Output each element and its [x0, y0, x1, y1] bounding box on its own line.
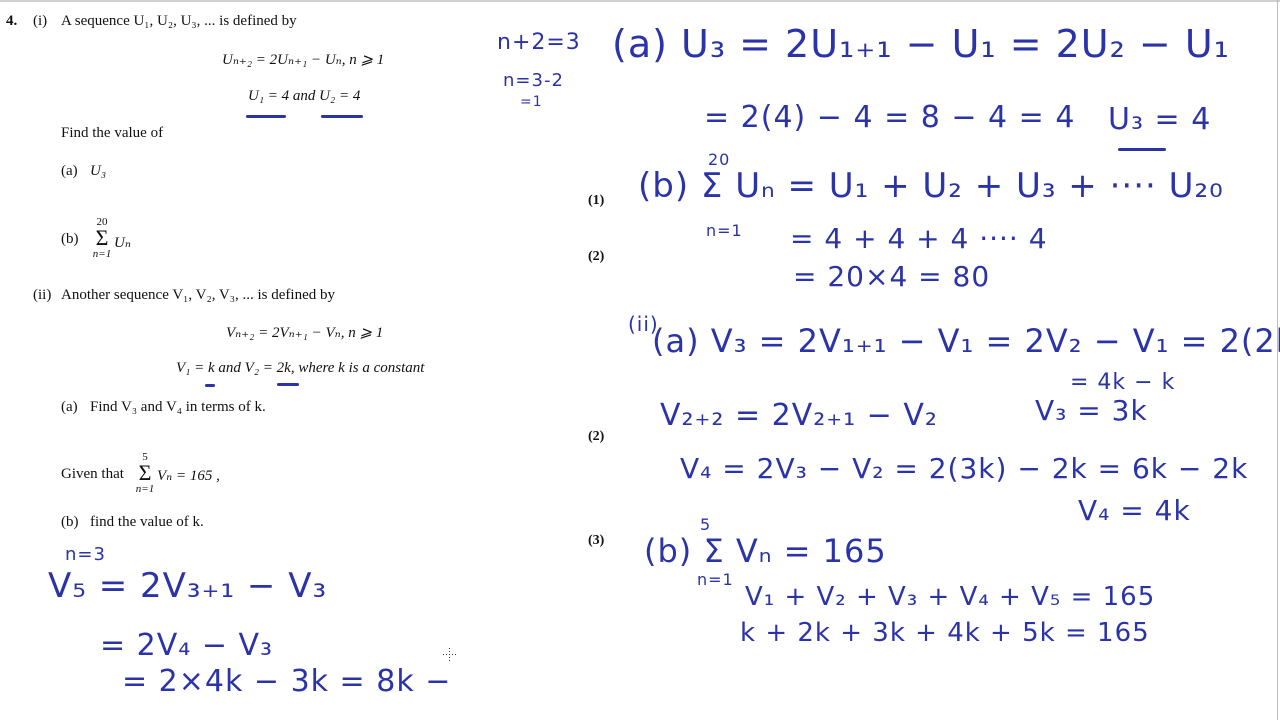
working-ii-a-line2: = 4k − k — [1070, 370, 1176, 395]
working-ii-a-line3: V₃ = 3k — [1035, 394, 1148, 427]
working-i-b-sigma-bottom: n=1 — [706, 221, 743, 240]
working-i-b-line2: = 4 + 4 + 4 ···· 4 — [790, 222, 1048, 255]
part-i-a-text: U₃ — [90, 163, 107, 179]
note-equals-1: =1 — [520, 94, 543, 110]
marks-i-b: (2) — [588, 249, 605, 264]
underline-answer-u3 — [1118, 148, 1166, 151]
working-v5-line2: = 2V₄ − V₃ — [100, 628, 274, 663]
working-i-a-line2: = 2(4) − 4 = 8 − 4 = 4 — [704, 100, 1076, 135]
part-ii-label: (ii) — [33, 287, 52, 303]
part-ii-a-text: Find V₃ and V₄ in terms of k. — [90, 399, 266, 415]
part-i-label: (i) — [33, 13, 48, 29]
working-ii-a-line1: (a) V₃ = 2V₁₊₁ − V₁ = 2V₂ − V₁ = 2(2k) −… — [652, 322, 1280, 360]
working-ii-a-line4: V₂₊₂ = 2V₂₊₁ − V₂ — [660, 398, 938, 433]
working-i-b-line1: (b) Σ Uₙ = U₁ + U₂ + U₃ + ···· U₂₀ — [638, 166, 1224, 206]
find-value-text: Find the value of — [61, 125, 164, 141]
right-border — [1277, 0, 1278, 720]
part-i-a-label: (a) — [61, 163, 78, 179]
top-border — [0, 0, 1280, 2]
part-i-recurrence: Uₙ₊₂ = 2Uₙ₊₁ − Uₙ, n ⩾ 1 — [222, 52, 385, 68]
underline-u2 — [321, 115, 363, 118]
pen-cursor-icon — [443, 648, 457, 662]
marks-ii-b: (3) — [588, 533, 605, 548]
working-i-b-line3: = 20×4 = 80 — [793, 260, 991, 293]
part-i-b-term: Uₙ — [114, 235, 131, 251]
given-that-text: Given that — [61, 466, 124, 482]
part-ii-intro: Another sequence V₁, V₂, V₃, ... is defi… — [61, 287, 335, 303]
part-i-initial-values: U₁ = 4 and U₂ = 4 — [248, 88, 361, 104]
sigma-symbol: Σ — [138, 460, 152, 485]
working-ii-b-sigma-bottom: n=1 — [697, 570, 734, 589]
part-ii-a-label: (a) — [61, 399, 78, 415]
working-ii-a-line6: V₄ = 4k — [1078, 494, 1191, 527]
underline-v2 — [277, 383, 299, 386]
underline-u1 — [246, 115, 286, 118]
sigma-lower-limit: n=1 — [135, 483, 155, 495]
part-ii-initial-values: V₁ = k and V₂ = 2k, where k is a constan… — [176, 360, 425, 376]
part-ii-b-label: (b) — [61, 514, 79, 530]
note-n-plus-2: n+2=3 — [497, 30, 581, 55]
part-ii-b-text: find the value of k. — [90, 514, 204, 530]
working-v5-note: n=3 — [65, 544, 106, 565]
given-sum-term: Vₙ = 165 , — [157, 468, 220, 484]
note-n-equals: n=3-2 — [503, 70, 564, 91]
working-v5-line1: V₅ = 2V₃₊₁ − V₃ — [48, 566, 328, 606]
underline-v1 — [205, 384, 215, 387]
part-i-intro: A sequence U₁, U₂, U₃, ... is defined by — [61, 13, 297, 29]
working-ii-a-line5: V₄ = 2V₃ − V₂ = 2(3k) − 2k = 6k − 2k — [680, 452, 1249, 485]
marks-i-a: (1) — [588, 193, 605, 208]
working-ii-b-line1: (b) Σ Vₙ = 165 — [644, 532, 887, 570]
sigma-lower-limit: n=1 — [92, 248, 112, 260]
sigma-symbol: Σ — [95, 225, 109, 250]
working-ii-b-line2: V₁ + V₂ + V₃ + V₄ + V₅ = 165 — [745, 582, 1156, 612]
part-i-b-label: (b) — [61, 231, 79, 247]
question-number: 4. — [6, 13, 18, 29]
working-ii-b-line3: k + 2k + 3k + 4k + 5k = 165 — [740, 618, 1150, 648]
given-sigma: 5 Σ n=1 — [133, 451, 157, 495]
part-ii-recurrence: Vₙ₊₂ = 2Vₙ₊₁ − Vₙ, n ⩾ 1 — [226, 325, 384, 341]
working-v5-line3: = 2×4k − 3k = 8k − — [122, 664, 452, 699]
working-i-a-answer: U₃ = 4 — [1108, 102, 1212, 137]
part-i-b-sigma: 20 Σ n=1 — [90, 216, 114, 260]
working-i-a-line1: (a) U₃ = 2U₁₊₁ − U₁ = 2U₂ − U₁ — [612, 22, 1230, 66]
marks-ii-a: (2) — [588, 429, 605, 444]
